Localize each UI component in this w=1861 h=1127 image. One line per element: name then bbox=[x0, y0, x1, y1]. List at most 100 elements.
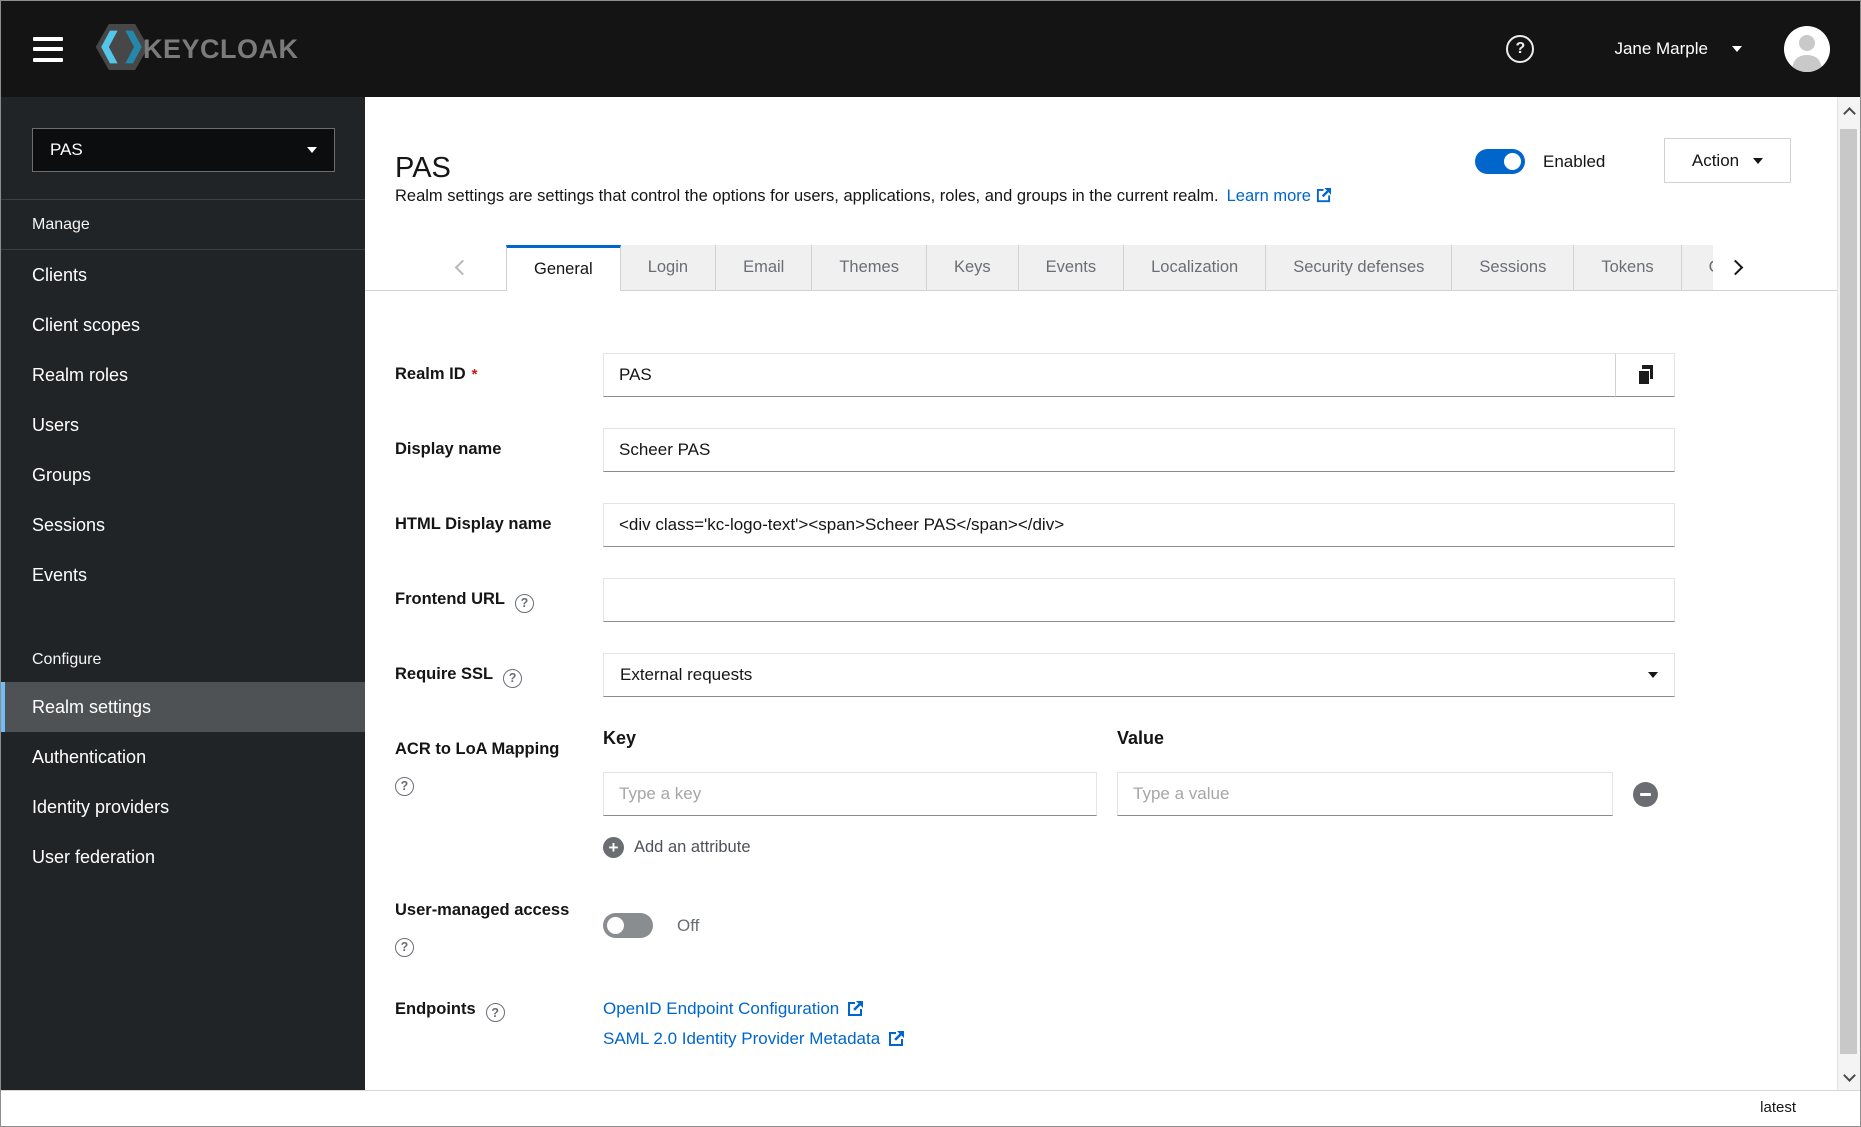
sidebar-item-client-scopes[interactable]: Client scopes bbox=[1, 300, 365, 350]
chevron-up-icon bbox=[1842, 106, 1856, 120]
general-settings-form: Realm ID * PAS Display name Scheer PAS H… bbox=[395, 353, 1675, 1085]
tab-login[interactable]: Login bbox=[620, 245, 717, 291]
description-text: Realm settings are settings that control… bbox=[395, 187, 1219, 205]
vertical-scrollbar[interactable] bbox=[1837, 97, 1860, 1091]
realm-settings-tabs: General Login Email Themes Keys Events L… bbox=[365, 245, 1839, 291]
sidebar: PAS Manage Clients Client scopes Realm r… bbox=[1, 97, 365, 1091]
external-link-icon bbox=[889, 1030, 905, 1046]
nav-group-manage: Manage bbox=[32, 216, 90, 233]
masthead-actions: ? Jane Marple bbox=[1506, 26, 1830, 72]
acr-key-input[interactable] bbox=[603, 772, 1097, 816]
copy-button[interactable] bbox=[1615, 353, 1675, 397]
sidebar-item-realm-settings[interactable]: Realm settings bbox=[1, 682, 365, 732]
tab-sessions[interactable]: Sessions bbox=[1452, 245, 1575, 291]
frontend-url-row: Frontend URL? bbox=[395, 578, 1675, 622]
acr-headers: Key Value bbox=[603, 728, 1675, 749]
action-dropdown-button[interactable]: Action bbox=[1664, 138, 1791, 183]
display-name-label: Display name bbox=[395, 440, 502, 458]
chevron-down-icon bbox=[1732, 46, 1742, 52]
display-name-row: Display name bbox=[395, 428, 1675, 472]
keycloak-logo-icon bbox=[95, 23, 149, 75]
user-name: Jane Marple bbox=[1614, 39, 1708, 58]
help-icon[interactable]: ? bbox=[485, 1003, 505, 1022]
remove-attribute-button[interactable] bbox=[1633, 781, 1658, 807]
tab-tokens[interactable]: Tokens bbox=[1574, 245, 1682, 291]
avatar[interactable] bbox=[1784, 26, 1830, 72]
tab-keys[interactable]: Keys bbox=[926, 245, 1019, 291]
sidebar-item-users[interactable]: Users bbox=[1, 400, 365, 450]
frontend-url-input[interactable] bbox=[603, 578, 1675, 622]
nav-toggle-button[interactable] bbox=[33, 36, 63, 62]
masthead: KEYCLOAK ? Jane Marple bbox=[1, 1, 1860, 97]
tab-general[interactable]: General bbox=[506, 245, 621, 291]
chevron-down-icon bbox=[307, 147, 317, 153]
html-display-name-row: HTML Display name bbox=[395, 503, 1675, 547]
version-label: latest bbox=[1760, 1099, 1796, 1116]
chevron-right-icon bbox=[1727, 259, 1743, 276]
chevron-down-icon bbox=[1753, 157, 1764, 164]
tab-themes[interactable]: Themes bbox=[812, 245, 927, 291]
help-icon[interactable]: ? bbox=[503, 668, 523, 688]
help-icon[interactable]: ? bbox=[395, 776, 414, 796]
acr-value-input[interactable] bbox=[1117, 772, 1613, 816]
acr-mapping-row: ACR to LoA Mapping ? Key Value Type a ke… bbox=[395, 728, 1675, 858]
scrollbar-thumb[interactable] bbox=[1840, 129, 1857, 1054]
realm-enabled: Enabled bbox=[1475, 149, 1605, 174]
tab-localization[interactable]: Localization bbox=[1124, 245, 1267, 291]
realm-id-input[interactable] bbox=[603, 353, 1615, 397]
user-managed-access-toggle[interactable] bbox=[603, 913, 653, 939]
external-link-icon bbox=[848, 1000, 864, 1016]
user-menu[interactable]: Jane Marple bbox=[1614, 39, 1742, 59]
add-attribute-button[interactable]: + Add an attribute bbox=[603, 837, 751, 858]
realm-selector[interactable]: PAS bbox=[32, 128, 335, 172]
acr-mapping-label: ACR to LoA Mapping ? bbox=[395, 728, 603, 858]
html-display-name-input[interactable] bbox=[603, 503, 1675, 547]
require-ssl-select[interactable]: External requests bbox=[603, 653, 1675, 697]
help-icon[interactable]: ? bbox=[514, 593, 534, 613]
openid-endpoint-link[interactable]: OpenID Endpoint Configuration bbox=[603, 994, 1675, 1024]
help-icon[interactable]: ? bbox=[395, 937, 414, 957]
chevron-down-icon bbox=[1648, 672, 1658, 678]
endpoints-row: Endpoints? OpenID Endpoint Configuration… bbox=[395, 988, 1675, 1054]
tabs-scroll-right-button[interactable] bbox=[1713, 245, 1757, 291]
scroll-down-button[interactable] bbox=[1838, 1063, 1860, 1091]
brand-text: KEYCLOAK bbox=[143, 33, 299, 64]
realm-id-label: Realm ID * bbox=[395, 365, 478, 383]
realm-id-row: Realm ID * bbox=[395, 353, 1675, 397]
acr-attribute-row bbox=[603, 772, 1675, 816]
required-indicator: * bbox=[471, 366, 478, 383]
minus-icon bbox=[1640, 792, 1651, 796]
keycloak-admin-console: KEYCLOAK ? Jane Marple PAS Manage Client… bbox=[0, 0, 1861, 1127]
tab-security-defenses[interactable]: Security defenses bbox=[1266, 245, 1453, 291]
scroll-up-button[interactable] bbox=[1838, 97, 1860, 125]
sidebar-item-identity-providers[interactable]: Identity providers bbox=[1, 782, 365, 832]
enabled-label: Enabled bbox=[1543, 151, 1606, 171]
sidebar-item-user-federation[interactable]: User federation bbox=[1, 832, 365, 882]
realm-enabled-toggle[interactable] bbox=[1475, 149, 1525, 174]
footer: latest bbox=[1, 1090, 1860, 1126]
tabs-scroll-left-button[interactable] bbox=[365, 245, 506, 291]
learn-more-link[interactable]: Learn more bbox=[1227, 187, 1331, 205]
require-ssl-value: External requests bbox=[620, 665, 753, 684]
tabs-strip: General Login Email Themes Keys Events L… bbox=[506, 245, 1713, 291]
display-name-input[interactable] bbox=[603, 428, 1675, 472]
sidebar-item-clients[interactable]: Clients bbox=[1, 250, 365, 300]
tabs-filler bbox=[1757, 245, 1839, 291]
external-link-icon bbox=[1316, 188, 1331, 203]
keycloak-logo: KEYCLOAK bbox=[95, 23, 299, 75]
sidebar-item-authentication[interactable]: Authentication bbox=[1, 732, 365, 782]
saml-metadata-link[interactable]: SAML 2.0 Identity Provider Metadata bbox=[603, 1024, 1675, 1054]
tab-client-policies-clipped[interactable]: Cli bbox=[1681, 245, 1713, 291]
user-managed-access-row: User-managed access ? Off bbox=[395, 889, 1675, 957]
sidebar-item-realm-roles[interactable]: Realm roles bbox=[1, 350, 365, 400]
acr-key-header: Key bbox=[603, 728, 637, 748]
help-icon[interactable]: ? bbox=[1506, 35, 1535, 63]
realm-selector-value: PAS bbox=[50, 140, 83, 159]
tab-email[interactable]: Email bbox=[716, 245, 813, 291]
sidebar-item-sessions[interactable]: Sessions bbox=[1, 500, 365, 550]
endpoints-label: Endpoints? bbox=[395, 988, 603, 1054]
tab-events[interactable]: Events bbox=[1018, 245, 1125, 291]
copy-icon bbox=[1637, 365, 1653, 385]
sidebar-item-events[interactable]: Events bbox=[1, 550, 365, 600]
sidebar-item-groups[interactable]: Groups bbox=[1, 450, 365, 500]
